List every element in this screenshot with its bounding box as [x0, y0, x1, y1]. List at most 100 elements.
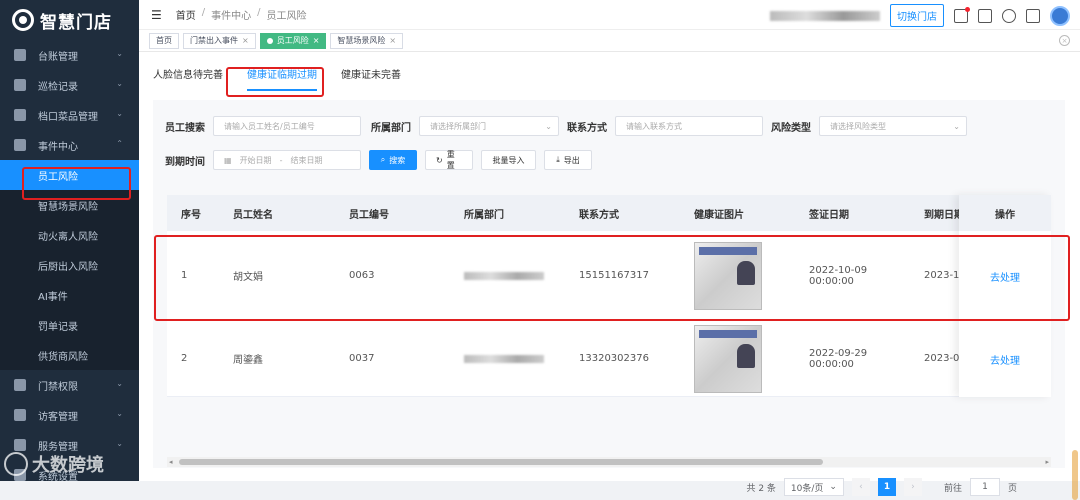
refresh-icon: ↻ [436, 155, 443, 165]
breadcrumb-home[interactable]: 首页 [176, 7, 196, 22]
active-dot-icon [266, 37, 273, 44]
batch-import-button[interactable]: 批量导入 [481, 150, 536, 170]
sidebar-item-door[interactable]: 门禁权限 ⌄ [0, 370, 139, 400]
contact-label: 联系方式 [567, 122, 607, 134]
chevron-down-icon: ⌄ [116, 109, 123, 118]
dept-label: 所属部门 [371, 122, 411, 134]
table-row[interactable]: 2 周鎏鑫 0037 13320302376 2022-09-29 00:00:… [167, 321, 1051, 397]
switch-store-button[interactable]: 切换门店 [890, 4, 944, 27]
sidebar-item-event-center[interactable]: 事件中心 ⌃ [0, 130, 139, 160]
health-cert-image[interactable] [694, 324, 762, 393]
sidebar-subitem-ai-event[interactable]: AI事件 [0, 280, 139, 310]
sidebar-subitem-fire-risk[interactable]: 动火离人风险 [0, 220, 139, 250]
col-dept: 所属部门 [464, 209, 504, 221]
close-icon[interactable]: × [389, 36, 396, 45]
tag-door-events[interactable]: 门禁出入事件 × [183, 32, 256, 49]
sidebar-subitem-kitchen-risk[interactable]: 后厨出入风险 [0, 250, 139, 280]
store-name-blurred [770, 10, 880, 21]
tab-face-info[interactable]: 人脸信息待完善 [153, 66, 223, 91]
tab-health-cert-incomplete[interactable]: 健康证未完善 [341, 66, 401, 91]
close-icon[interactable]: × [313, 36, 320, 45]
tags-bar: 首页 门禁出入事件 × 员工风险 × 智慧场景风险 × × [139, 30, 1080, 52]
chevron-down-icon: ⌄ [545, 122, 552, 131]
highlight-box [22, 167, 131, 200]
col-operation: 操作 [959, 195, 1051, 231]
service-icon [14, 439, 26, 451]
horizontal-scrollbar[interactable]: ◂ ▸ [167, 457, 1051, 467]
chevron-down-icon: ⌄ [829, 482, 837, 492]
tag-scene-risk[interactable]: 智慧场景风险 × [330, 32, 404, 49]
col-code: 员工编号 [349, 209, 389, 221]
row-expire-date: 2023-09 [924, 353, 960, 364]
sidebar: 智慧门店 台账管理 ⌄ 巡检记录 ⌄ 档口菜品管理 ⌄ 事件中心 ⌃ 员工风险 智慧场景… [0, 0, 139, 481]
col-expire-date: 到期日期 [924, 209, 960, 221]
chevron-down-icon: ⌄ [116, 49, 123, 58]
chevron-down-icon: ⌄ [953, 122, 960, 131]
total-count: 共 2 条 [746, 483, 776, 494]
document-icon[interactable] [978, 8, 992, 23]
hamburger-icon[interactable]: ☰ [151, 8, 162, 22]
handle-link[interactable]: 去处理 [959, 321, 1051, 397]
watermark: 大数跨境 [4, 451, 104, 477]
filter-row-1: 员工搜索 请输入员工姓名/员工编号 所属部门 请选择所属部门 ⌄ 联系方式 请输入… [165, 116, 967, 136]
chevron-down-icon: ⌄ [116, 439, 123, 448]
risk-type-select[interactable]: 请选择风险类型 ⌄ [819, 116, 967, 136]
tag-employee-risk[interactable]: 员工风险 × [259, 32, 327, 49]
sidebar-item-inspection[interactable]: 巡检记录 ⌄ [0, 70, 139, 100]
sidebar-item-ledger[interactable]: 台账管理 ⌄ [0, 40, 139, 70]
row-code: 0037 [349, 353, 375, 364]
col-name: 员工姓名 [233, 209, 273, 221]
vertical-scrollbar[interactable] [1072, 450, 1078, 500]
col-index: 序号 [181, 209, 201, 221]
breadcrumb-current: 员工风险 [266, 11, 307, 22]
calendar-icon: ▦ [224, 155, 232, 165]
reset-button[interactable]: ↻ 重置 [425, 150, 473, 170]
date-range-picker[interactable]: ▦ 开始日期 - 结束日期 [213, 150, 361, 170]
search-button[interactable]: ⌕ 搜索 [369, 150, 417, 170]
inspection-icon [14, 79, 26, 91]
chevron-up-icon: ⌃ [116, 139, 123, 148]
event-icon [14, 139, 26, 151]
breadcrumb: 首页 / 事件中心 / 员工风险 [176, 7, 307, 22]
visitor-icon [14, 409, 26, 421]
contact-input[interactable]: 请输入联系方式 [615, 116, 763, 136]
goto-label: 前往 [943, 483, 962, 494]
dept-blurred [464, 354, 544, 363]
tag-home[interactable]: 首页 [149, 32, 179, 49]
mail-icon[interactable] [954, 6, 970, 23]
sidebar-subitem-penalty[interactable]: 罚单记录 [0, 310, 139, 340]
avatar[interactable] [1050, 5, 1070, 26]
export-button[interactable]: ⤓ 导出 [544, 150, 592, 170]
scroll-left-icon[interactable]: ◂ [169, 458, 173, 466]
table-header: 序号 员工姓名 员工编号 所属部门 联系方式 健康证图片 签证日期 到期日期 [167, 195, 1051, 231]
employee-search-label: 员工搜索 [165, 122, 205, 134]
sidebar-item-visitor[interactable]: 访客管理 ⌄ [0, 400, 139, 430]
employee-search-input[interactable]: 请输入员工姓名/员工编号 [213, 116, 361, 136]
row-index: 2 [181, 353, 188, 364]
watermark-logo-icon [4, 452, 28, 476]
scrollbar-thumb[interactable] [179, 459, 823, 465]
dept-select[interactable]: 请选择所属部门 ⌄ [419, 116, 559, 136]
chevron-down-icon: ⌄ [116, 79, 123, 88]
sidebar-item-stall[interactable]: 档口菜品管理 ⌄ [0, 100, 139, 130]
logo-icon [12, 9, 34, 31]
app-logo[interactable]: 智慧门店 [0, 0, 139, 40]
close-all-tags-icon[interactable]: × [1059, 35, 1070, 46]
col-sign-date: 签证日期 [809, 209, 849, 221]
row-phone: 13320302376 [579, 353, 649, 364]
search-icon[interactable] [1002, 8, 1016, 23]
search-icon: ⌕ [380, 155, 386, 164]
highlight-box [226, 67, 324, 97]
door-icon [14, 379, 26, 391]
close-icon[interactable]: × [242, 36, 249, 45]
row-dept [450, 354, 565, 363]
expire-date-label: 到期时间 [165, 156, 205, 168]
row-cert-image[interactable] [680, 324, 795, 393]
highlight-box [154, 235, 1070, 321]
breadcrumb-event-center[interactable]: 事件中心 [211, 7, 251, 22]
scroll-right-icon[interactable]: ▸ [1045, 458, 1049, 466]
row-sign-date: 2022-09-29 00:00:00 [809, 347, 868, 370]
row-name: 周鎏鑫 [233, 355, 263, 366]
fullscreen-icon[interactable] [1026, 8, 1040, 23]
sidebar-subitem-supplier-risk[interactable]: 供货商风险 [0, 340, 139, 370]
